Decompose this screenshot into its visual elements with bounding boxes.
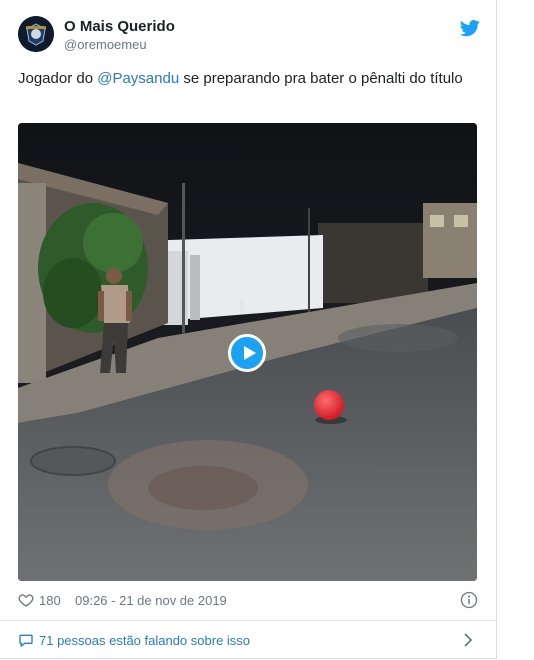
video-thumbnail[interactable] xyxy=(18,123,477,581)
chevron-right-icon[interactable] xyxy=(462,633,474,647)
mention-link[interactable]: @Paysandu xyxy=(97,70,179,87)
like-count[interactable]: 180 xyxy=(39,593,61,608)
tweet-text: Jogador do @Paysandu se preparando pra b… xyxy=(18,68,468,90)
timestamp[interactable]: 09:26 - 21 de nov de 2019 xyxy=(75,593,227,608)
conversation-link[interactable]: 71 pessoas estão falando sobre isso xyxy=(18,631,478,651)
tweet-card: O Mais Querido @oremoemeu Jogador do @Pa… xyxy=(0,0,497,659)
tweet-text-start: Jogador do xyxy=(18,70,98,87)
conversation-label[interactable]: 71 pessoas estão falando sobre isso xyxy=(39,633,250,648)
author-name[interactable]: O Mais Querido xyxy=(64,18,175,35)
divider xyxy=(0,620,496,621)
author-handle[interactable]: @oremoemeu xyxy=(64,37,147,52)
tweet-meta: 180 09:26 - 21 de nov de 2019 xyxy=(18,591,478,611)
avatar[interactable] xyxy=(18,16,54,52)
tweet-text-end: se preparando pra bater o pênalti do tít… xyxy=(179,70,463,87)
heart-icon[interactable] xyxy=(18,592,34,608)
comment-icon xyxy=(18,632,34,648)
tweet-header: O Mais Querido @oremoemeu xyxy=(18,16,480,56)
twitter-bird-icon[interactable] xyxy=(459,18,480,38)
play-button[interactable] xyxy=(228,334,266,372)
info-icon[interactable] xyxy=(460,591,478,609)
